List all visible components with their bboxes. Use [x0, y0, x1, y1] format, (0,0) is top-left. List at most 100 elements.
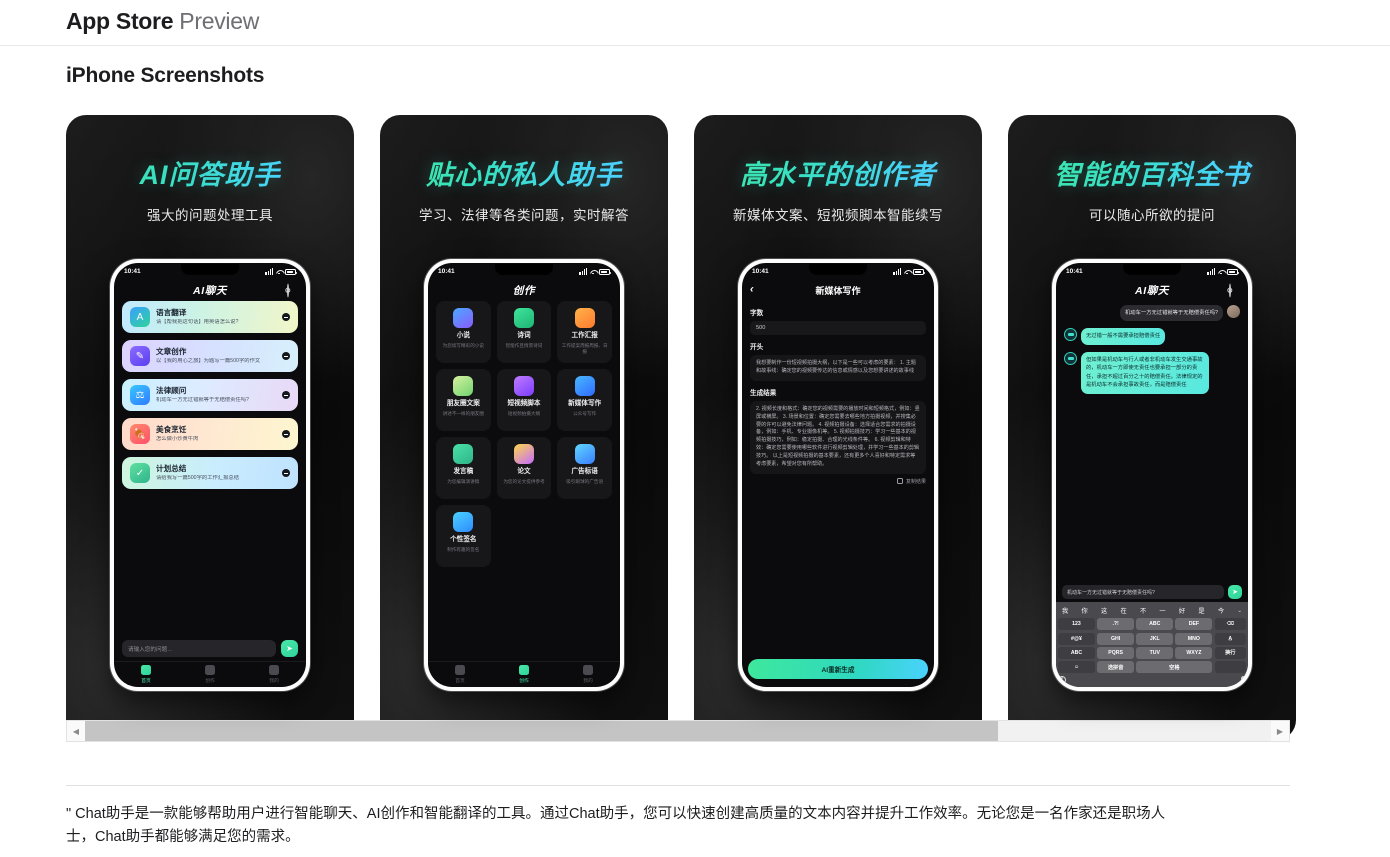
- suggestion[interactable]: 在: [1120, 606, 1126, 615]
- microphone-icon[interactable]: [1241, 676, 1246, 684]
- card-action-icon[interactable]: [282, 391, 290, 399]
- scrollbar-thumb[interactable]: [85, 721, 999, 741]
- card-action-icon[interactable]: [282, 469, 290, 477]
- key-ghi[interactable]: GHI: [1097, 632, 1135, 645]
- screenshots-carousel[interactable]: AI问答助手 强大的问题处理工具 10:41 AI聊天 A 语言翻译 请【帮我把…: [0, 88, 1390, 740]
- grid-item[interactable]: 论文 为您的论文提供参考: [496, 437, 552, 499]
- tab-home[interactable]: 首页: [455, 665, 465, 684]
- settings-gear-icon[interactable]: [287, 283, 298, 298]
- scrollbar-track[interactable]: [85, 721, 1271, 741]
- regenerate-button[interactable]: AI重新生成: [748, 659, 928, 679]
- key-pqrs[interactable]: PQRS: [1097, 646, 1135, 659]
- poem-icon: [513, 308, 534, 328]
- battery-icon: [913, 269, 925, 275]
- grid-item[interactable]: 新媒体写作 公众号写作: [557, 369, 612, 431]
- grid-item[interactable]: 广告标语 吸引眼球的广告语: [557, 437, 612, 499]
- tab-create[interactable]: 创作: [205, 665, 215, 684]
- send-icon[interactable]: ➤: [281, 640, 298, 657]
- grid-item[interactable]: 短视频脚本 短视频拍摄大纲: [496, 369, 552, 431]
- divider: [66, 785, 1290, 786]
- key-punct[interactable]: .?!: [1097, 618, 1135, 631]
- key-abc-mode[interactable]: ABC: [1058, 646, 1095, 659]
- grid-item[interactable]: 个性签名 制作有趣的签名: [436, 505, 491, 567]
- horizontal-scrollbar[interactable]: ◀ ▶: [66, 720, 1290, 742]
- suggestion[interactable]: 我: [1062, 606, 1068, 615]
- grid-item[interactable]: 工作汇报 工作提案周报周报、日报: [557, 301, 612, 363]
- status-time: 10:41: [1066, 267, 1083, 275]
- chat-input[interactable]: 请输入您的问题…: [122, 640, 276, 657]
- suggestion[interactable]: 你: [1081, 606, 1087, 615]
- tab-profile[interactable]: 我的: [583, 665, 593, 684]
- screenshot-card-4[interactable]: 智能的百科全书 可以随心所欲的提问 10:41 AI聊天 机动车一方无过错就等于…: [1008, 115, 1296, 740]
- key-space[interactable]: 空格: [1136, 661, 1213, 673]
- list-item[interactable]: ✎ 文章创作 以【我的用心之旅】为题写一篇500字的作文: [122, 340, 298, 372]
- screenshot-card-3[interactable]: 高水平的创作者 新媒体文案、短视频脚本智能续写 10:41 ‹ 新媒体写作 字数…: [694, 115, 982, 740]
- key-blank[interactable]: [1214, 661, 1246, 673]
- grid-subtitle: 吸引眼球的广告语: [566, 479, 604, 485]
- keyboard-rows: 123 .?! ABC DEF ⌫ #@¥ GHI JKL MNO A̲ ABC…: [1058, 618, 1246, 673]
- word-count-input[interactable]: 500: [750, 321, 926, 335]
- suggestion[interactable]: 今: [1218, 606, 1224, 615]
- home-icon: [455, 665, 465, 676]
- emoji-icon[interactable]: ☺: [1058, 661, 1095, 673]
- key-123[interactable]: 123: [1058, 618, 1095, 631]
- key-shift[interactable]: A̲: [1214, 632, 1246, 645]
- key-def[interactable]: DEF: [1175, 618, 1213, 631]
- list-item[interactable]: ⚖ 法律顾问 机动车一方无过错就等于无赔偿责任吗?: [122, 379, 298, 411]
- suggestion[interactable]: 一: [1159, 606, 1165, 615]
- tab-label: 我的: [583, 678, 593, 684]
- bot-avatar-icon: [1064, 328, 1077, 342]
- screenshot-card-1[interactable]: AI问答助手 强大的问题处理工具 10:41 AI聊天 A 语言翻译 请【帮我把…: [66, 115, 354, 740]
- battery-icon: [599, 269, 611, 275]
- chevron-down-icon[interactable]: ⌄: [1237, 608, 1242, 614]
- list-item[interactable]: A 语言翻译 请【帮我把这句话】用英语怎么说?: [122, 301, 298, 333]
- tab-profile[interactable]: 我的: [269, 665, 279, 684]
- wifi-icon: [1218, 269, 1225, 275]
- card-action-icon[interactable]: [282, 313, 290, 321]
- key-wxyz[interactable]: WXYZ: [1175, 646, 1213, 659]
- notch: [809, 264, 867, 275]
- chat-input[interactable]: 机动车一方无过错就等于无赔偿责任吗?: [1062, 585, 1224, 600]
- grid-subtitle: 讲述不一样的朋友圈: [442, 411, 484, 417]
- key-abc[interactable]: ABC: [1136, 618, 1174, 631]
- key-return[interactable]: 换行: [1214, 646, 1246, 659]
- grid-item[interactable]: 小说 为您续写精彩的小说: [436, 301, 491, 363]
- tab-create[interactable]: 创作: [519, 665, 529, 684]
- status-bar: 10:41: [1056, 263, 1248, 279]
- card-action-icon[interactable]: [282, 430, 290, 438]
- card-subtitle: 怎么做小炒黄牛肉: [156, 436, 199, 443]
- globe-icon[interactable]: [1058, 676, 1066, 684]
- key-pinyin[interactable]: 选拼音: [1097, 661, 1135, 673]
- list-item[interactable]: ✓ 计划总结 请给我写一篇500字的工作汇报总结: [122, 457, 298, 489]
- tab-home[interactable]: 首页: [141, 665, 151, 684]
- grid-subtitle: 短视频拍摄大纲: [507, 411, 541, 417]
- grid-title: 短视频脚本: [507, 400, 541, 407]
- signal-icon: [265, 267, 273, 275]
- card-action-icon[interactable]: [282, 352, 290, 360]
- back-chevron-icon[interactable]: ‹: [750, 284, 754, 296]
- grid-item[interactable]: 诗词 智能作且情景诗词: [496, 301, 552, 363]
- suggestion[interactable]: 不: [1140, 606, 1146, 615]
- key-mno[interactable]: MNO: [1175, 632, 1213, 645]
- suggestion[interactable]: 是: [1198, 606, 1204, 615]
- tab-label: 我的: [269, 678, 279, 684]
- backspace-icon[interactable]: ⌫: [1214, 618, 1246, 631]
- key-tuv[interactable]: TUV: [1136, 646, 1174, 659]
- card-title: 计划总结: [156, 463, 187, 473]
- key-symbols[interactable]: #@¥: [1058, 632, 1095, 645]
- list-item[interactable]: 🍖 美食烹饪 怎么做小炒黄牛肉: [122, 418, 298, 450]
- grid-subtitle: 为您编辑演讲稿: [447, 479, 480, 485]
- grid-item[interactable]: 发言稿 为您编辑演讲稿: [436, 437, 491, 499]
- settings-gear-icon[interactable]: [1229, 283, 1240, 298]
- opening-textarea[interactable]: 我想要制作一份短视频拍摄大纲，以下是一些可以考虑的要素： 1. 主题和故事线：确…: [750, 355, 926, 381]
- scroll-right-arrow-icon[interactable]: ▶: [1271, 721, 1289, 741]
- grid-item[interactable]: 朋友圈文案 讲述不一样的朋友圈: [436, 369, 491, 431]
- pencil-icon: ✎: [130, 346, 150, 366]
- copy-result-button[interactable]: 复制结果: [750, 478, 926, 485]
- suggestion[interactable]: 这: [1101, 606, 1107, 615]
- suggestion[interactable]: 好: [1179, 606, 1185, 615]
- key-jkl[interactable]: JKL: [1136, 632, 1174, 645]
- scroll-left-arrow-icon[interactable]: ◀: [67, 721, 85, 741]
- screenshot-card-2[interactable]: 贴心的私人助手 学习、法律等各类问题，实时解答 10:41 创作 小说 为您续写…: [380, 115, 668, 740]
- send-icon[interactable]: ➤: [1228, 585, 1242, 600]
